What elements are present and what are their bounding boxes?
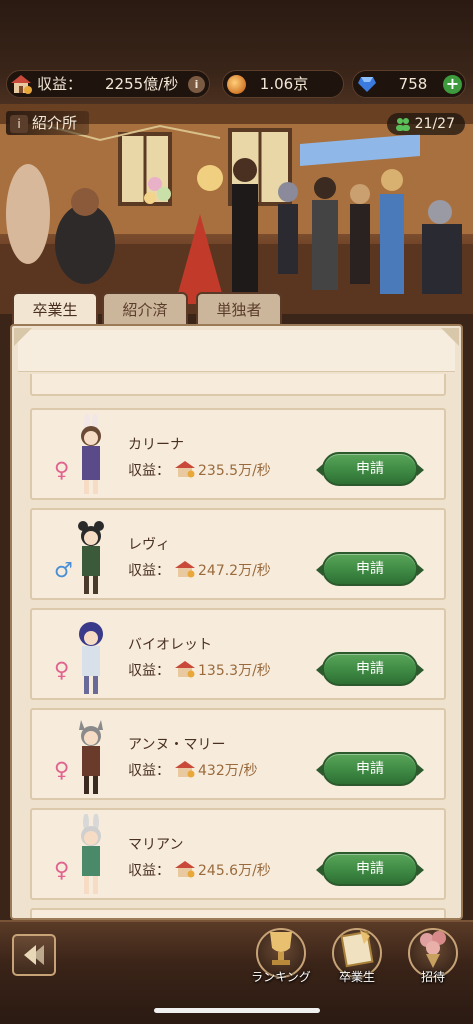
member-count-value: 21/27 (414, 116, 455, 132)
list-item: ♀ アンヌ・マリー 収益： 432万/秒 申請 (30, 708, 446, 800)
agency-title[interactable]: i 紹介所 (6, 111, 90, 135)
female-icon: ♀ (54, 758, 70, 782)
list-item: ♀ マリアン 収益： 245.6万/秒 申請 (30, 808, 446, 900)
agency-banner: i 紹介所 21/27 (0, 104, 473, 314)
coin-value: 1.06京 (259, 75, 309, 93)
house-icon (175, 461, 195, 478)
income-label: 収益： (128, 563, 170, 579)
income-label: 収益： (37, 75, 83, 93)
income-label: 収益： (128, 763, 170, 779)
apply-button[interactable]: 申請 (316, 752, 424, 786)
house-icon (175, 761, 195, 778)
resource-row: 収益： 2255億/秒 i 1.06京 758 + (0, 70, 473, 100)
tab-single[interactable]: 単独者 (196, 292, 282, 326)
income-value: 135.3万/秒 (198, 663, 271, 679)
female-icon: ♀ (54, 858, 70, 882)
character-portrait (78, 521, 104, 594)
income-label: 収益： (128, 463, 170, 479)
list-item: ♂ レヴィ 収益： 247.2万/秒 申請 (30, 508, 446, 600)
apply-button[interactable]: 申請 (316, 652, 424, 686)
apply-button[interactable]: 申請 (316, 452, 424, 486)
character-portrait (79, 622, 103, 694)
income-value: 235.5万/秒 (198, 463, 271, 479)
house-icon (175, 861, 195, 878)
apply-button[interactable]: 申請 (316, 852, 424, 886)
info-icon[interactable]: i (188, 76, 205, 93)
house-icon (175, 561, 195, 578)
list-item: ♀ バイオレット 収益： 135.3万/秒 申請 (30, 608, 446, 700)
list-item: ♂ (30, 374, 446, 396)
character-portrait (79, 720, 103, 794)
add-gems-button[interactable]: + (443, 75, 462, 94)
character-portrait (81, 414, 101, 494)
character-name: マリアン (128, 837, 184, 853)
character-name: レヴィ (128, 537, 170, 553)
income-value: 247.2万/秒 (198, 563, 271, 579)
house-icon (175, 661, 195, 678)
apply-button[interactable]: 申請 (316, 552, 424, 586)
female-icon: ♀ (54, 458, 70, 482)
corner-ornament-icon (14, 328, 32, 346)
rose-bouquet-icon (420, 931, 446, 968)
character-name: バイオレット (128, 637, 212, 653)
tab-bar: 卒業生 紹介済 単独者 (0, 292, 473, 326)
member-count-badge: 21/27 (387, 113, 465, 135)
nav-graduates[interactable]: 卒業生 (322, 924, 392, 994)
income-label: 収益： (128, 663, 170, 679)
panel-header (18, 330, 455, 372)
party-scene-illustration (0, 104, 473, 314)
info-icon[interactable]: i (10, 114, 28, 133)
trophy-icon (270, 932, 292, 965)
nav-invite[interactable]: 招待 (398, 924, 468, 994)
back-button[interactable] (12, 934, 56, 976)
male-icon: ♂ (54, 558, 73, 582)
female-icon: ♀ (54, 658, 70, 682)
top-bar: 収益： 2255億/秒 i 1.06京 758 + (0, 0, 473, 104)
list-item: ♀ カリーナ 収益： 235.5万/秒 申請 (30, 408, 446, 500)
character-name: アンヌ・マリー (128, 737, 226, 753)
tab-graduates[interactable]: 卒業生 (12, 292, 98, 326)
certificate-icon (340, 930, 374, 968)
back-arrow-icon (24, 945, 44, 965)
nav-ranking-label: ランキング (251, 970, 311, 984)
nav-invite-label: 招待 (420, 970, 445, 984)
corner-ornament-icon (441, 328, 459, 346)
graduate-list-panel: ♂ ♀ カリーナ 収益： 235.5万/秒 申請 ♂ レヴィ (10, 324, 463, 920)
character-portrait (81, 814, 101, 894)
gem-value: 758 (398, 75, 428, 93)
income-label: 収益： (128, 863, 170, 879)
agency-title-text: 紹介所 (32, 114, 78, 132)
list-item (30, 908, 446, 918)
income-value: 2255億/秒 (105, 75, 179, 93)
character-name: カリーナ (128, 437, 184, 453)
house-icon (11, 75, 32, 94)
nav-ranking[interactable]: ランキング (246, 924, 316, 994)
income-value: 245.6万/秒 (198, 863, 271, 879)
tab-introduced[interactable]: 紹介済 (102, 292, 188, 326)
coin-display: 1.06京 (222, 70, 344, 98)
income-value: 432万/秒 (198, 763, 258, 779)
nav-graduates-label: 卒業生 (338, 970, 375, 984)
gem-display: 758 + (352, 70, 466, 98)
home-indicator (154, 1008, 320, 1013)
income-display: 収益： 2255億/秒 i (6, 70, 210, 98)
graduate-list[interactable]: ♂ ♀ カリーナ 収益： 235.5万/秒 申請 ♂ レヴィ (28, 374, 448, 918)
people-icon (396, 118, 410, 131)
gem-icon (358, 77, 376, 92)
